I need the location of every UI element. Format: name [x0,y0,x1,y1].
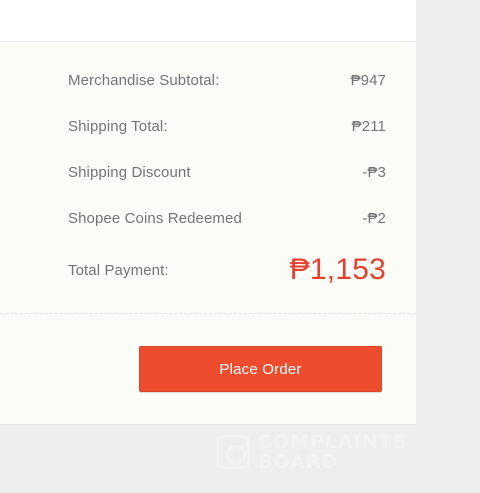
total-payment-label: Total Payment: [68,261,169,279]
order-card-top [0,0,416,42]
watermark-text: COMPLAINTS BOARD [258,432,407,472]
total-payment-value: ₱1,153 [289,253,386,286]
merchandise-subtotal-value: ₱947 [350,72,386,89]
summary-divider [0,313,416,314]
complaints-board-logo-icon [216,435,250,469]
shipping-total-label: Shipping Total: [68,118,168,135]
checkout-page: Merchandise Subtotal: ₱947 Shipping Tota… [0,0,480,493]
page-gutter [416,0,480,425]
watermark-line-2: BOARD [258,451,339,473]
watermark: COMPLAINTS BOARD [216,428,430,476]
shipping-total-row: Shipping Total: ₱211 [68,118,386,135]
shipping-discount-value: -₱3 [362,164,386,181]
place-order-button[interactable]: Place Order [139,346,382,392]
shipping-total-value: ₱211 [351,118,386,135]
coins-redeemed-row: Shopee Coins Redeemed -₱2 [68,210,386,227]
merchandise-subtotal-row: Merchandise Subtotal: ₱947 [68,72,386,89]
shipping-discount-label: Shipping Discount [68,164,191,181]
coins-redeemed-label: Shopee Coins Redeemed [68,210,242,227]
shipping-discount-row: Shipping Discount -₱3 [68,164,386,181]
merchandise-subtotal-label: Merchandise Subtotal: [68,72,220,89]
total-payment-row: Total Payment: ₱1,153 [68,253,386,287]
coins-redeemed-value: -₱2 [362,210,386,227]
watermark-line-1: COMPLAINTS [258,431,408,453]
